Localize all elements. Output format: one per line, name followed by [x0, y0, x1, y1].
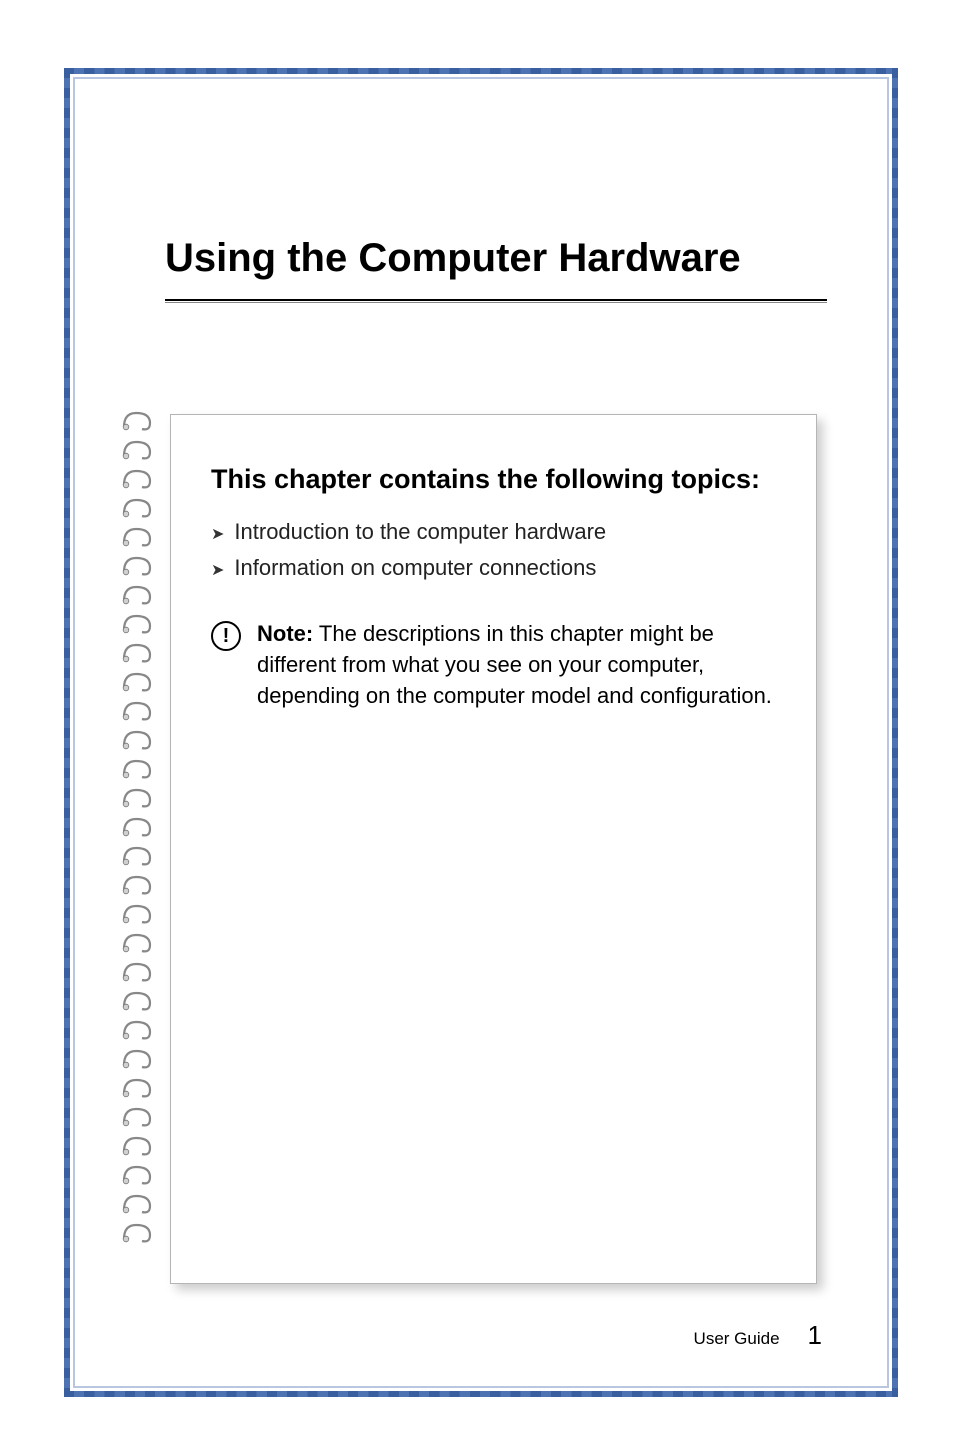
note-label: Note:: [257, 621, 313, 646]
triangle-bullet-icon: ➤: [211, 560, 224, 580]
bullet-text: Introduction to the computer hardware: [234, 519, 606, 545]
bullet-item: ➤ Introduction to the computer hardware: [211, 519, 778, 545]
spiral-ring-icon: [120, 1190, 154, 1215]
spiral-ring-icon: [120, 697, 154, 722]
note-body: The descriptions in this chapter might b…: [257, 621, 772, 708]
spiral-ring-icon: [120, 581, 154, 606]
spiral-ring-icon: [120, 813, 154, 838]
triangle-bullet-icon: ➤: [211, 524, 224, 544]
spiral-ring-icon: [120, 407, 154, 432]
decorative-outer-border: Using the Computer Hardware This chapter…: [70, 68, 892, 1397]
bullet-text: Information on computer connections: [234, 555, 596, 581]
spiral-ring-icon: [120, 668, 154, 693]
content-panel: This chapter contains the following topi…: [170, 414, 817, 1284]
spiral-ring-icon: [120, 610, 154, 635]
spiral-ring-icon: [120, 958, 154, 983]
spiral-binding-decoration: [120, 407, 154, 1244]
section-heading: This chapter contains the following topi…: [211, 460, 778, 499]
title-underline: [165, 299, 827, 303]
bullet-item: ➤ Information on computer connections: [211, 555, 778, 581]
exclamation-glyph: !: [223, 626, 230, 646]
page-footer: User Guide 1: [694, 1320, 822, 1351]
spiral-ring-icon: [120, 755, 154, 780]
spiral-ring-icon: [120, 523, 154, 548]
spiral-ring-icon: [120, 1219, 154, 1244]
spiral-ring-icon: [120, 639, 154, 664]
spiral-ring-icon: [120, 929, 154, 954]
spiral-ring-icon: [120, 784, 154, 809]
note-text: Note: The descriptions in this chapter m…: [257, 619, 778, 711]
spiral-ring-icon: [120, 465, 154, 490]
spiral-ring-icon: [120, 726, 154, 751]
alert-icon: !: [211, 621, 241, 651]
spiral-ring-icon: [120, 1103, 154, 1128]
spiral-ring-icon: [120, 1045, 154, 1070]
note-block: ! Note: The descriptions in this chapter…: [211, 619, 778, 711]
spiral-ring-icon: [120, 1161, 154, 1186]
spiral-ring-icon: [120, 987, 154, 1012]
decorative-inner-border: Using the Computer Hardware This chapter…: [73, 77, 889, 1388]
chapter-title: Using the Computer Hardware: [165, 236, 827, 281]
spiral-ring-icon: [120, 842, 154, 867]
spiral-ring-icon: [120, 900, 154, 925]
footer-page-number: 1: [808, 1320, 822, 1351]
spiral-ring-icon: [120, 436, 154, 461]
footer-label: User Guide: [694, 1329, 780, 1349]
spiral-ring-icon: [120, 494, 154, 519]
spiral-ring-icon: [120, 552, 154, 577]
spiral-ring-icon: [120, 1016, 154, 1041]
spiral-ring-icon: [120, 1132, 154, 1157]
spiral-ring-icon: [120, 1074, 154, 1099]
spiral-ring-icon: [120, 871, 154, 896]
